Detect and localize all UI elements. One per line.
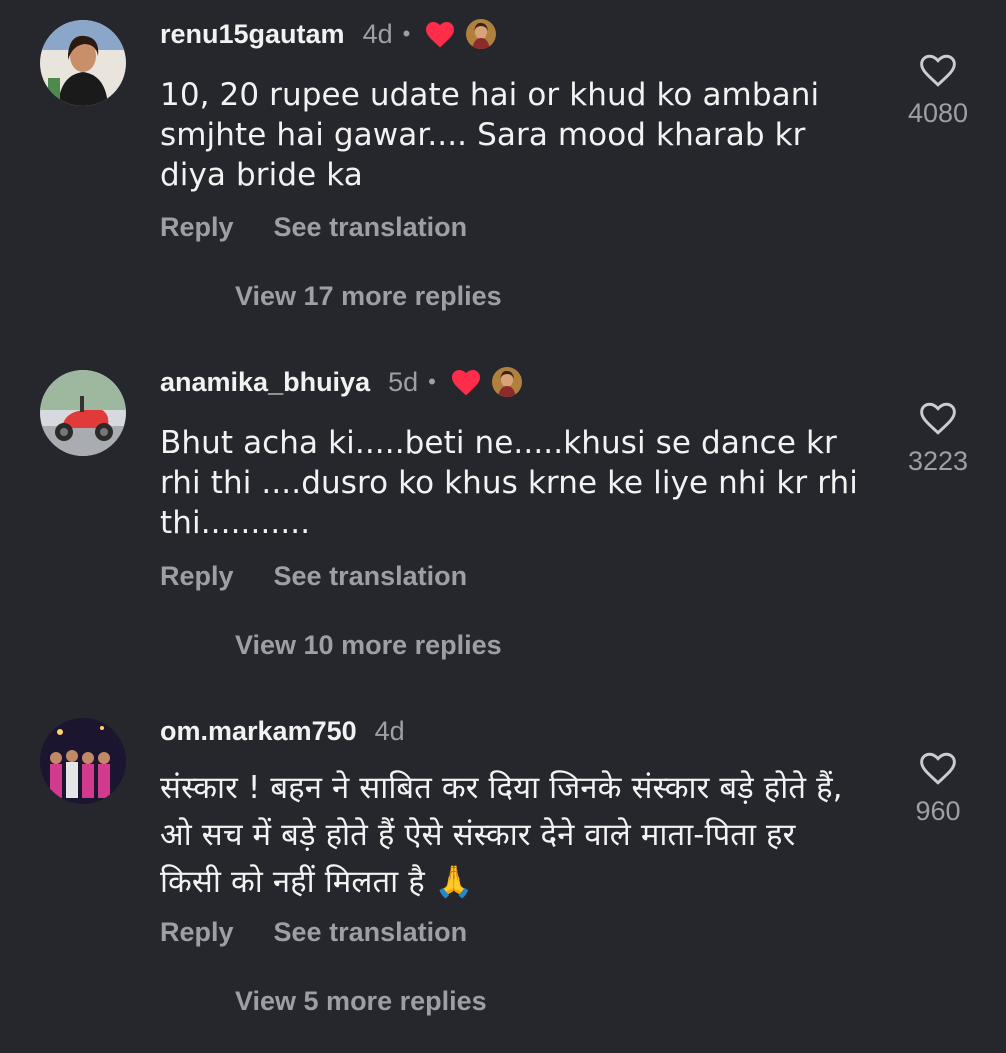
comment-actions: Reply See translation: [160, 917, 467, 948]
reply-button[interactable]: Reply: [160, 212, 234, 243]
heart-outline-icon[interactable]: [918, 400, 958, 436]
timestamp: 5d: [388, 366, 419, 397]
view-more-replies-button[interactable]: View 5 more replies: [235, 986, 487, 1017]
creator-avatar-icon: [491, 367, 522, 397]
comment-text: 10, 20 rupee udate hai or khud ko ambani…: [160, 77, 820, 193]
comment-header: renu15gautam 4d •: [160, 14, 497, 54]
avatar-om.markam750[interactable]: [40, 718, 126, 804]
timestamp: 4d: [374, 715, 405, 746]
like-area: 960: [898, 750, 978, 827]
username[interactable]: renu15gautam: [160, 19, 345, 50]
comment-actions: Reply See translation: [160, 212, 467, 243]
comment-text: Bhut acha ki.....beti ne.....khusi se da…: [160, 425, 858, 541]
like-area: 3223: [898, 400, 978, 477]
creator-avatar-icon: [466, 19, 497, 49]
like-area: 4080: [898, 52, 978, 129]
like-count: 960: [915, 796, 961, 826]
folded-hands-icon: 🙏: [434, 864, 474, 900]
view-more-replies-button[interactable]: View 10 more replies: [235, 630, 502, 661]
timestamp: 4d: [362, 18, 393, 49]
username[interactable]: anamika_bhuiya: [160, 367, 370, 398]
separator-dot: •: [428, 369, 436, 394]
view-more-replies-button[interactable]: View 17 more replies: [235, 281, 502, 312]
like-count: 4080: [907, 98, 969, 128]
see-translation-button[interactable]: See translation: [274, 917, 468, 948]
reply-button[interactable]: Reply: [160, 561, 234, 592]
comment-text-body: संस्कार ! बहन ने साबित कर दिया जिनके संस…: [160, 770, 843, 900]
comment-text: संस्कार ! बहन ने साबित कर दिया जिनके संस…: [160, 765, 860, 906]
reply-button[interactable]: Reply: [160, 917, 234, 948]
like-count: 3223: [907, 446, 969, 476]
heart-outline-icon[interactable]: [918, 52, 958, 88]
creator-heart-icon: [451, 370, 480, 396]
username[interactable]: om.markam750: [160, 716, 357, 747]
avatar-renu15gautam[interactable]: [40, 20, 126, 106]
see-translation-button[interactable]: See translation: [274, 212, 468, 243]
see-translation-button[interactable]: See translation: [274, 561, 468, 592]
comment-header: anamika_bhuiya 5d •: [160, 362, 522, 402]
comment-actions: Reply See translation: [160, 561, 467, 592]
avatar-anamika_bhuiya[interactable]: [40, 370, 126, 456]
heart-outline-icon[interactable]: [918, 750, 958, 786]
separator-dot: •: [402, 21, 411, 46]
comment-header: om.markam750 4d: [160, 711, 405, 751]
creator-heart-icon: [426, 22, 455, 48]
